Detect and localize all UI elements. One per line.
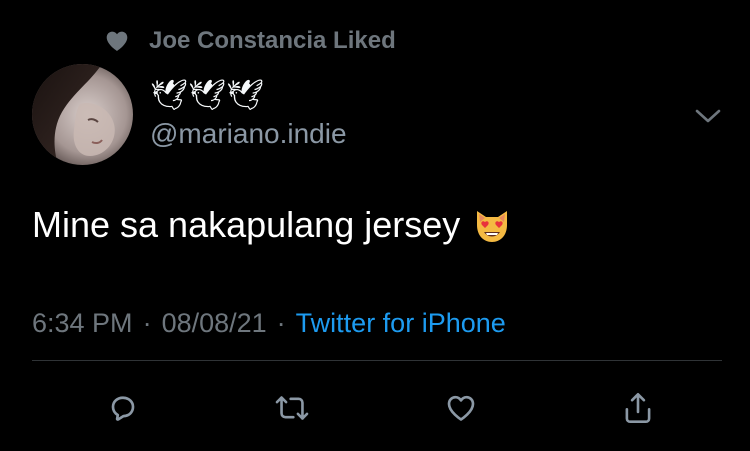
share-button[interactable] [618,388,658,428]
like-button[interactable] [441,388,481,428]
social-context[interactable]: Joe Constancia Liked [104,26,396,56]
reply-icon [111,396,135,421]
tweet-source-link[interactable]: Twitter for iPhone [296,304,506,342]
tweet-meta: 6:34 PM · 08/08/21 · Twitter for iPhone [32,304,506,342]
heart-icon [106,31,128,51]
avatar[interactable] [32,64,133,165]
social-context-text: Joe Constancia Liked [149,27,396,54]
heart-eyes-cat-emoji [472,205,512,245]
meta-separator: · [142,308,152,338]
heart-icon [447,395,475,421]
retweet-icon [275,396,309,420]
share-icon [625,392,651,424]
tweet-time[interactable]: 6:34 PM [32,304,133,342]
chevron-down-icon[interactable] [694,104,722,128]
meta-separator: · [276,308,286,338]
author-handle[interactable]: @mariano.indie [150,116,347,152]
tweet-text-content: Mine sa nakapulang jersey [32,204,461,245]
tweet-date[interactable]: 08/08/21 [162,304,267,342]
reply-button[interactable] [103,388,143,428]
author-display-name[interactable]: 🕊🕊🕊 [150,76,264,116]
tweet-text: Mine sa nakapulang jersey [32,203,512,247]
retweet-button[interactable] [272,388,312,428]
divider [32,360,722,361]
